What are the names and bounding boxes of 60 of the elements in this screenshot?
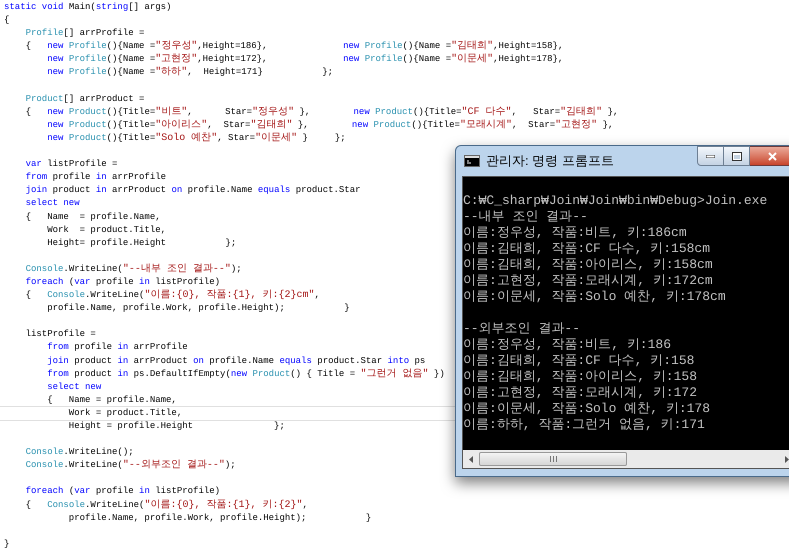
window-title: 관리자: 명령 프롬프트 [486, 152, 614, 170]
minimize-icon [706, 154, 715, 158]
code-line: Profile[] arrProfile = [24, 27, 144, 40]
code-line: new Profile(){Name ="고현정",Height=172}, new Profile(){Name ="이문세",Height=178}, [46, 53, 564, 66]
code-line: static void Main(string[] args) [4, 1, 172, 14]
code-line: var listProfile = [24, 158, 118, 172]
scrollbar-thumb[interactable] [479, 452, 627, 466]
console-line: 이름:고현정, 작품:모래시계, 키:172 [463, 385, 698, 401]
console-line: 이름:김태희, 작품:아이리스, 키:158 [463, 369, 698, 385]
code-line: select new [46, 380, 102, 394]
code-line: join product in arrProduct on profile.Name equals product.Star into ps [46, 354, 426, 368]
code-line: profile.Name, profile.Work, profile.Height); } [46, 302, 350, 316]
code-line: Work = product.Title, [46, 224, 166, 237]
code-line: Height = profile.Height }; [68, 420, 285, 433]
close-icon [768, 152, 777, 160]
code-line: foreach (var profile in listProfile) [24, 276, 220, 289]
code-line: profile.Name, profile.Work, profile.Height); } [68, 512, 372, 525]
code-line: { Console.WriteLine("이름:{0}, 작품:{1}, 키:{2}", [24, 498, 308, 512]
code-line: } [4, 538, 10, 549]
code-line: { new Product(){Title="비트", Star="정우성" }, new Product(){Title="CF 다수", Star="김태희" }, [24, 106, 618, 119]
code-line: from product in ps.DefaultIfEmpty(new Product() { Title = "그런거 없음" }) [46, 368, 445, 381]
console-line: 이름:이문세, 작품:Solo 예찬, 키:178cm [463, 289, 727, 305]
console-line: 이름:정우성, 작품:비트, 키:186 [463, 337, 672, 353]
code-line: new Profile(){Name ="하하", Height=171} }; [46, 66, 334, 80]
grip-icon [550, 456, 556, 462]
console-line: 이름:정우성, 작품:비트, 키:186cm [463, 225, 688, 241]
console-line: --외부조인 결과-- [463, 321, 582, 337]
code-line: { Name = profile.Name, [24, 210, 161, 224]
console-line: 이름:김태희, 작품:아이리스, 키:158cm [463, 257, 714, 273]
minimize-button[interactable] [697, 146, 724, 166]
code-line: { new Profile(){Name ="정우성",Height=186}, new Profile(){Name ="김태희",Height=158}, [24, 40, 564, 54]
code-line: new Product(){Title="Solo 예찬", Star="이문세" } }; [46, 132, 346, 146]
code-line: from profile in arrProfile [24, 171, 166, 184]
console-icon [464, 155, 480, 167]
console-line: 이름:하하, 작품:그런거 없음, 키:171 [463, 417, 706, 433]
console-line: 이름:김태희, 작품:CF 다수, 키:158cm [463, 241, 712, 257]
code-line: Console.WriteLine(); [24, 446, 134, 460]
console-line: 이름:김태희, 작품:CF 다수, 키:158 [463, 353, 696, 369]
console-line: 이름:이문세, 작품:Solo 예찬, 키:178 [463, 401, 712, 417]
console-line: --내부 조인 결과-- [463, 209, 589, 225]
code-line: new Product(){Title="아이리스", Star="김태희" }, new Product(){Title="모래시계", Star="고현정" }, [46, 118, 614, 132]
code-line: { Console.WriteLine("이름:{0}, 작품:{1}, 키:{2}cm", [24, 289, 320, 302]
console-line: 이름:고현정, 작품:모래시계, 키:172cm [463, 273, 714, 289]
code-line: Work = product.Title, [68, 406, 182, 420]
console-line: C:₩C_sharp₩Join₩Join₩bin₩Debug>Join.exe [463, 193, 768, 209]
code-line: Console.WriteLine("--내부 조인 결과--"); [24, 262, 242, 276]
code-line: Height= profile.Height }; [46, 236, 236, 250]
code-line: listProfile = [24, 328, 96, 342]
maximize-button[interactable] [724, 146, 750, 166]
code-line: { [4, 14, 10, 28]
code-line: join product in arrProduct on profile.Name equals product.Star [24, 184, 360, 198]
code-line: select new [24, 197, 80, 210]
code-line: foreach (var profile in listProfile) [24, 485, 220, 498]
code-line: from profile in arrProfile [46, 341, 188, 354]
close-button[interactable] [750, 146, 789, 166]
horizontal-scrollbar[interactable] [463, 450, 789, 468]
code-line: { Name = profile.Name, [46, 394, 177, 407]
code-line: Product[] arrProduct = [24, 92, 144, 106]
maximize-icon [732, 152, 742, 160]
code-line: Console.WriteLine("--외부조인 결과--"); [24, 459, 236, 472]
